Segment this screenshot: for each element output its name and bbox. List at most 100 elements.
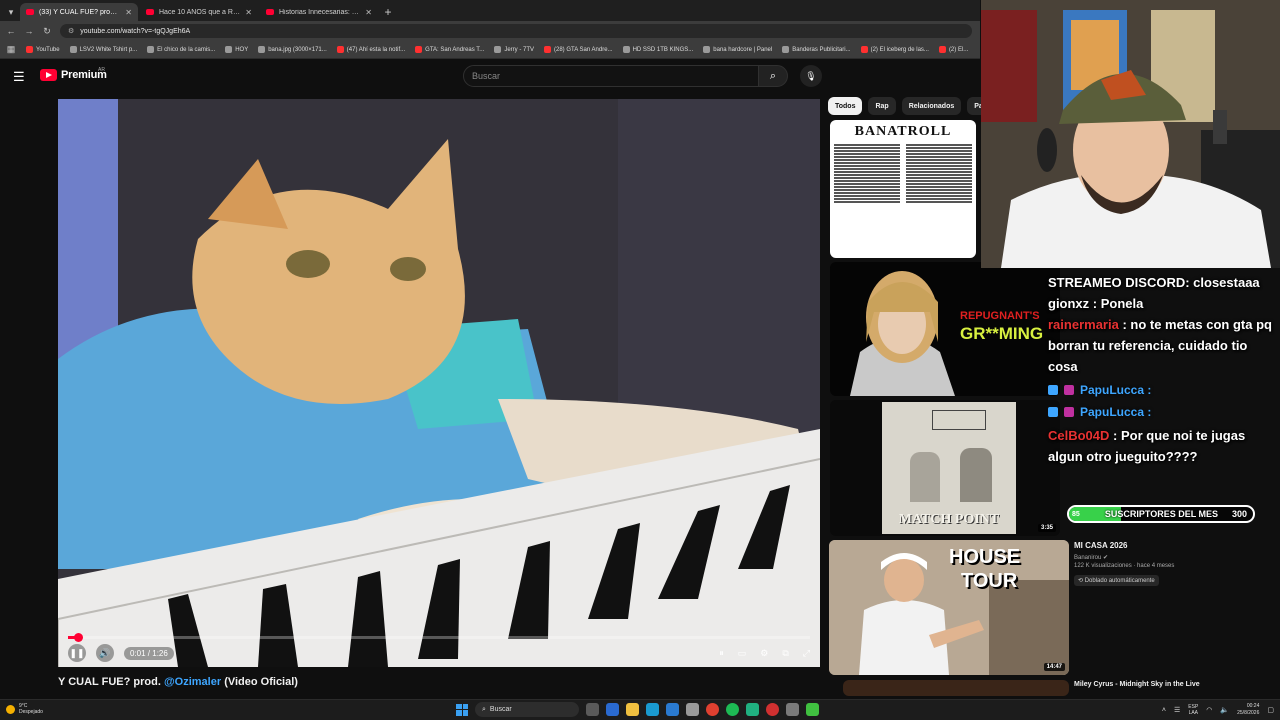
search-input[interactable] xyxy=(472,71,759,81)
tab-title: Hace 10 AÑOS que a Rockstar xyxy=(159,8,241,16)
outlook-icon[interactable] xyxy=(666,703,679,716)
file-explorer-icon[interactable] xyxy=(626,703,639,716)
reload-icon[interactable]: ↻ xyxy=(42,26,52,37)
page-icon xyxy=(258,46,266,53)
bookmark-folder[interactable]: HOY xyxy=(225,46,248,53)
rec-thumbnail-matchpoint[interactable]: MATCH POINT 3:35 xyxy=(830,400,1060,536)
apps-icon[interactable]: ▦ xyxy=(6,44,16,55)
bookmark[interactable]: (28) GTA San Andre... xyxy=(543,46,613,53)
app-icon[interactable] xyxy=(746,703,759,716)
settings-gear-icon[interactable]: ⚙ xyxy=(760,648,768,659)
clock[interactable]: 00:24 25/8/2026 xyxy=(1237,703,1259,717)
miniplayer-button[interactable]: ⧉ xyxy=(782,648,788,659)
tab-title: (33) Y CUAL FUE? prod. @Ozi xyxy=(39,8,120,16)
language-indicator[interactable]: ESP LAA xyxy=(1188,704,1198,716)
search-box xyxy=(463,65,760,87)
windows-start-icon[interactable] xyxy=(456,703,468,716)
page-icon xyxy=(415,46,423,53)
youtube-icon xyxy=(543,46,551,53)
app-icon[interactable] xyxy=(686,703,699,716)
chip-todos[interactable]: Todos xyxy=(828,97,863,115)
menu-icon[interactable]: ☰ xyxy=(13,69,25,85)
close-tab-icon[interactable]: ✕ xyxy=(365,8,372,17)
bookmark[interactable]: (2) El iceberg de las... xyxy=(860,46,929,53)
network-icon[interactable]: ☰ xyxy=(1174,706,1180,714)
autoplay-toggle[interactable]: ⏸ xyxy=(719,648,724,659)
task-view-icon[interactable] xyxy=(586,703,599,716)
thumbnail-caption-2: GR**MING xyxy=(960,324,1044,343)
subtitles-button[interactable]: ▭ xyxy=(738,648,747,659)
thumbnail-caption-1: HOUSE xyxy=(949,546,1021,568)
back-icon[interactable]: ← xyxy=(6,26,16,36)
bookmark[interactable]: GTA: San Andreas T... xyxy=(415,46,484,53)
chrome-icon[interactable] xyxy=(706,703,719,716)
bookmark[interactable]: LSV2 White Tshirt p... xyxy=(69,46,137,53)
verified-icon: ✔ xyxy=(1103,555,1109,561)
translate-icon: ⟲ xyxy=(1078,578,1084,584)
youtube-favicon-icon xyxy=(26,9,34,15)
bookmark[interactable]: Jerry - 7TV xyxy=(494,46,534,53)
edge-icon[interactable] xyxy=(646,703,659,716)
tab-menu-icon[interactable]: ▾ xyxy=(4,3,18,21)
bookmark[interactable]: (2) El... xyxy=(938,46,968,53)
rec-thumbnail-grooming[interactable]: REPUGNANT'S GR**MING xyxy=(830,262,1060,396)
chip-rap[interactable]: Rap xyxy=(868,97,896,115)
voice-search-button[interactable]: 🎙 xyxy=(800,65,822,87)
bookmark[interactable]: El chico de la camis... xyxy=(147,46,215,53)
pause-button[interactable]: ❚❚ xyxy=(68,644,86,662)
taskbar-search[interactable]: ⌕ Buscar xyxy=(475,702,579,717)
bookmark[interactable]: bana hardcore | Panel xyxy=(703,46,772,53)
spotify-icon[interactable] xyxy=(726,703,739,716)
streamer-camera xyxy=(981,0,1280,268)
rec-meta-house-tour[interactable]: MI CASA 2026 Bananirou ✔ 122 K visualiza… xyxy=(1074,541,1174,587)
notification-icon[interactable]: ▢ xyxy=(1267,706,1274,714)
bookmark[interactable]: Banderas Publicitari... xyxy=(782,46,851,53)
wifi-icon[interactable]: ◠ xyxy=(1206,706,1212,714)
site-info-icon[interactable]: ⚙ xyxy=(68,27,74,35)
address-bar-row: ← → ↻ ⚙ youtube.com/watch?v=-tgQJgEh6A xyxy=(0,21,980,41)
figure xyxy=(960,448,992,502)
fullscreen-button[interactable]: ⤢ xyxy=(803,648,810,659)
video-title: Y CUAL FUE? prod. @Ozimaler (Video Ofici… xyxy=(58,676,298,688)
screen: ▾ (33) Y CUAL FUE? prod. @Ozi ✕ Hace 10 … xyxy=(0,0,1280,720)
page-icon xyxy=(147,46,155,53)
bookmarks-bar: ▦ YouTube LSV2 White Tshirt p... El chic… xyxy=(0,41,980,59)
search-button[interactable]: ⌕ xyxy=(758,65,788,87)
sub-badge-icon xyxy=(1064,407,1074,417)
rec-thumbnail-banatroll[interactable]: BANATROLL xyxy=(830,120,976,258)
app-icon[interactable] xyxy=(786,703,799,716)
app-icon[interactable] xyxy=(806,703,819,716)
bookmark[interactable]: (47) Ahí esta la notif... xyxy=(336,46,405,53)
url-field[interactable]: ⚙ youtube.com/watch?v=-tgQJgEh6A xyxy=(60,24,972,38)
rec-title: Miley Cyrus - Midnight Sky in the Live xyxy=(1074,681,1200,688)
tab[interactable]: Hace 10 AÑOS que a Rockstar ✕ xyxy=(140,3,258,21)
forward-icon[interactable]: → xyxy=(24,26,34,36)
chat-message-faded: PapuLucca : xyxy=(1048,377,1280,403)
rec-meta-next[interactable]: Miley Cyrus - Midnight Sky in the Live xyxy=(1074,681,1200,688)
bookmark[interactable]: YouTube xyxy=(26,46,60,53)
tab-active[interactable]: (33) Y CUAL FUE? prod. @Ozi ✕ xyxy=(20,3,138,21)
youtube-premium-logo[interactable]: Premium AR xyxy=(40,67,107,81)
bookmark[interactable]: HD SSD 1TB KINGS... xyxy=(622,46,693,53)
volume-icon[interactable]: 🔈 xyxy=(1220,706,1229,714)
store-icon[interactable] xyxy=(606,703,619,716)
rec-thumbnail-house-tour[interactable]: HOUSE TOUR 14:47 xyxy=(829,540,1069,675)
close-tab-icon[interactable]: ✕ xyxy=(125,8,132,17)
rec-thumbnail-next[interactable] xyxy=(843,680,1069,696)
video-player[interactable]: ❚❚ 🔊 0:01 / 1:26 ⏸ ▭ ⚙ ⧉ ⤢ xyxy=(58,99,820,667)
chat-message-faded: PapuLucca : xyxy=(1048,403,1280,421)
chevron-up-icon[interactable]: ˄ xyxy=(1162,707,1166,714)
chat-message: gionxz : Ponela xyxy=(1048,296,1144,311)
chip-relacionados[interactable]: Relacionados xyxy=(901,97,962,115)
thumbnail-list xyxy=(834,144,972,203)
bookmark[interactable]: bana.jpg (3000×171... xyxy=(258,46,327,53)
obs-icon[interactable] xyxy=(766,703,779,716)
mention-link[interactable]: @Ozimaler xyxy=(164,676,221,688)
volume-button[interactable]: 🔊 xyxy=(96,644,114,662)
close-tab-icon[interactable]: ✕ xyxy=(245,8,252,17)
rec-title: MI CASA 2026 xyxy=(1074,541,1128,550)
weather-widget[interactable]: 9°C Despejado xyxy=(6,703,43,715)
new-tab-icon[interactable]: + xyxy=(380,3,396,21)
goal-current: 85 xyxy=(1072,510,1080,518)
tab[interactable]: Historias Innecesarias: Counter ✕ xyxy=(260,3,378,21)
